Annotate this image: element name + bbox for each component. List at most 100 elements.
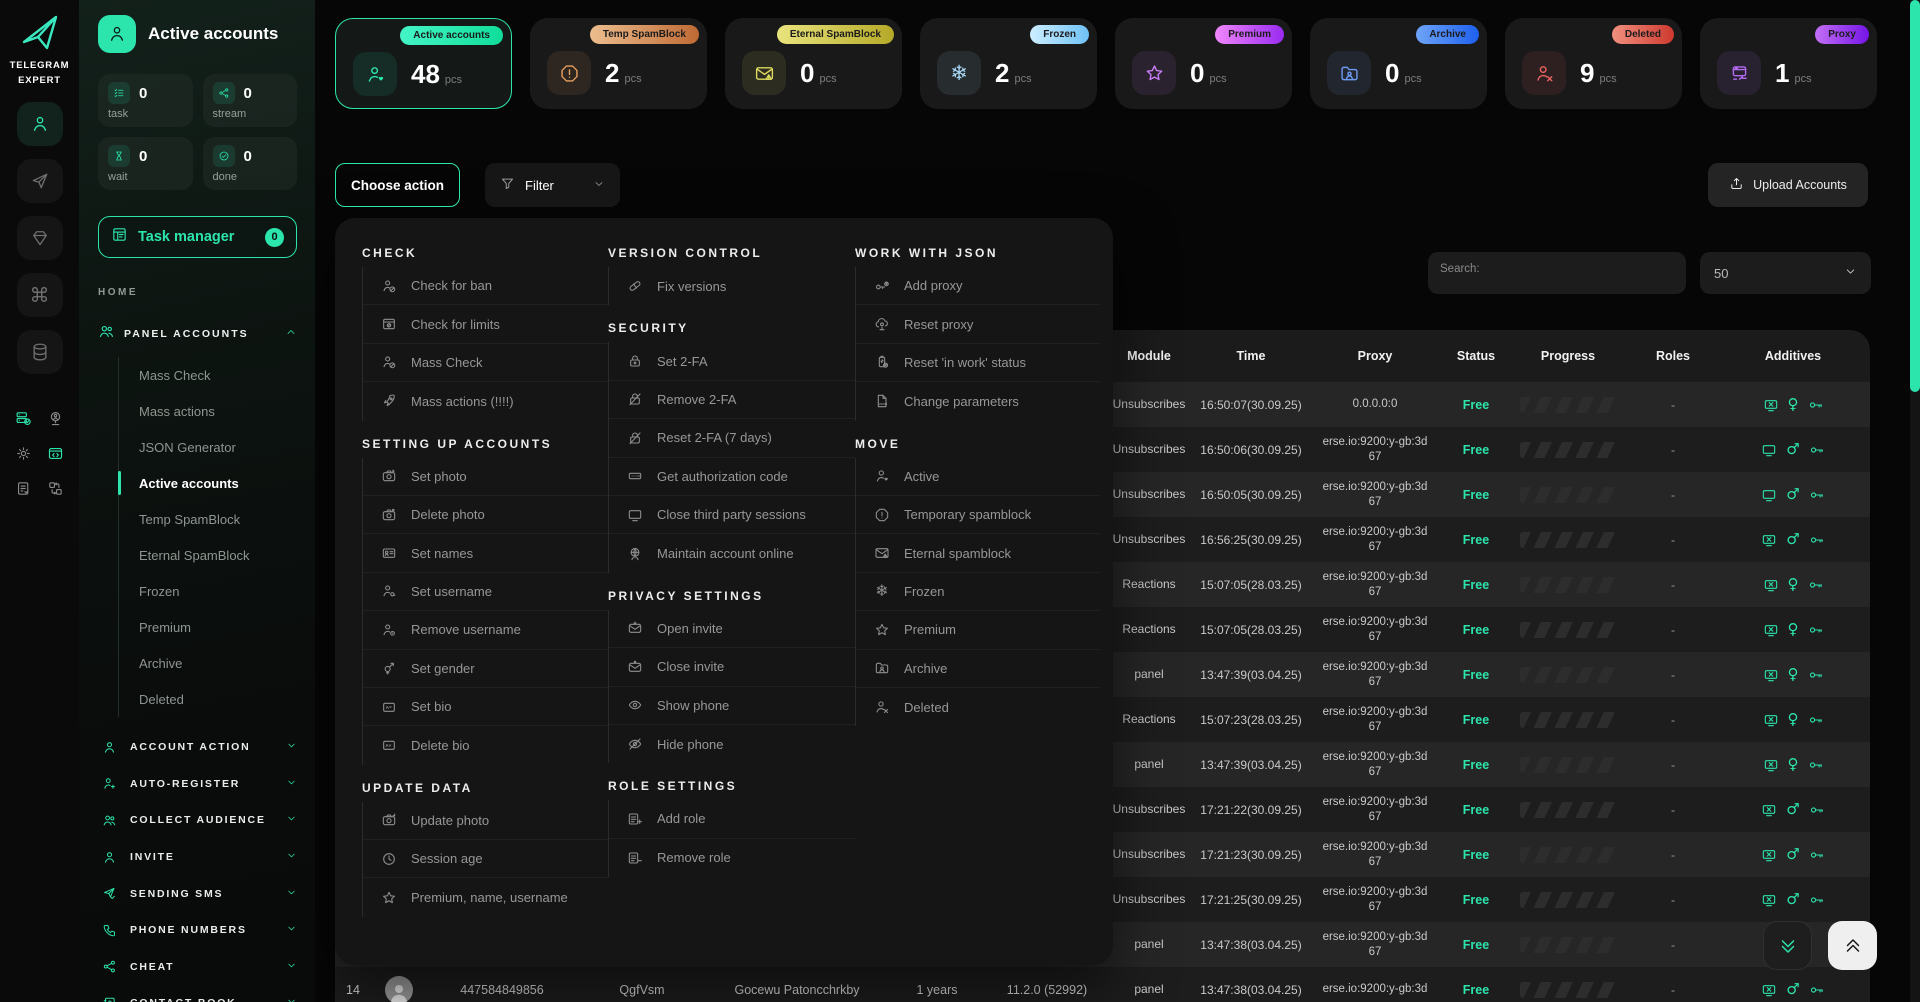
menu-item-temporary-spamblock[interactable]: Temporary spamblock xyxy=(856,496,1099,534)
menu-item-reset-proxy[interactable]: Reset proxy xyxy=(856,305,1099,343)
menu-item-maintain-account-online[interactable]: Maintain account online xyxy=(609,534,855,572)
menu-item-reset-2-fa-7-days[interactable]: Reset 2-FA (7 days) xyxy=(609,419,855,457)
person-heart-icon xyxy=(874,468,890,484)
chevron-down-icon xyxy=(1844,265,1857,278)
sidebar-item-active-accounts[interactable]: Active accounts xyxy=(139,465,297,501)
sidebar-item-deleted[interactable]: Deleted xyxy=(139,681,297,717)
row-time: 17:21:25(30.09.25) xyxy=(1191,893,1311,907)
menu-item-add-proxy[interactable]: Add proxy xyxy=(856,267,1099,305)
mini-button-user-cam[interactable] xyxy=(46,408,66,428)
mini-button-gear[interactable] xyxy=(14,443,34,463)
menu-item-deleted[interactable]: Deleted xyxy=(856,688,1099,726)
menu-item-hide-phone[interactable]: Hide phone xyxy=(609,725,855,763)
menu-item-remove-2-fa[interactable]: Remove 2-FA xyxy=(609,381,855,419)
rail-button-paper-plane[interactable] xyxy=(17,159,63,203)
sidebar-item-archive[interactable]: Archive xyxy=(139,645,297,681)
sidebar-section-account-action[interactable]: ACCOUNT ACTION xyxy=(98,729,297,766)
menu-item-premium-name-username[interactable]: Premium, name, username xyxy=(363,878,608,916)
menu-item-mass-actions[interactable]: Mass actions (!!!!) xyxy=(363,382,608,420)
menu-item-set-username[interactable]: Set username xyxy=(363,573,608,611)
status-card-temp-spamblock[interactable]: Temp SpamBlock2pcs xyxy=(530,18,707,109)
menu-item-mass-check[interactable]: Mass Check xyxy=(363,344,608,382)
menu-item-set-photo[interactable]: Set photo xyxy=(363,458,608,496)
page-size-select[interactable]: 50 xyxy=(1700,252,1871,294)
menu-item-delete-bio[interactable]: A×Delete bio xyxy=(363,726,608,764)
row-time: 15:07:05(28.03.25) xyxy=(1191,578,1311,592)
mini-button-code-window[interactable] xyxy=(46,443,66,463)
filter-button[interactable]: Filter xyxy=(485,163,620,207)
sidebar-section-invite[interactable]: INVITE xyxy=(98,839,297,876)
menu-item-eternal-spamblock[interactable]: Eternal spamblock xyxy=(856,534,1099,572)
status-card-active-accounts[interactable]: Active accounts48pcs xyxy=(335,18,512,109)
rail-button-command[interactable]: ⌘ xyxy=(17,273,63,317)
sidebar-item-mass-check[interactable]: Mass Check xyxy=(139,357,297,393)
chevron-down-icon xyxy=(286,740,297,751)
sidebar-item-premium[interactable]: Premium xyxy=(139,609,297,645)
star-icon xyxy=(1144,63,1165,84)
scroll-to-bottom-button[interactable] xyxy=(1763,921,1812,970)
rail-button-gem[interactable] xyxy=(17,216,63,260)
mini-button-server-check[interactable] xyxy=(14,408,34,428)
menu-item-remove-role[interactable]: Remove role xyxy=(609,839,855,877)
server-check-icon xyxy=(15,410,32,427)
sidebar-section-collect-audience[interactable]: COLLECT AUDIENCE xyxy=(98,802,297,839)
status-card-archive[interactable]: Archive0pcs xyxy=(1310,18,1487,109)
key-icon xyxy=(1808,577,1824,593)
stat-label: wait xyxy=(108,171,183,183)
table-row[interactable]: 14447584849856QgfVsmGocewu Patoncchrkby1… xyxy=(335,967,1870,1002)
menu-item-change-parameters[interactable]: JSONChange parameters xyxy=(856,382,1099,420)
sidebar-item-json-generator[interactable]: JSON Generator xyxy=(139,429,297,465)
bio-card-x-icon: A× xyxy=(381,737,397,753)
status-card-deleted[interactable]: Deleted9pcs xyxy=(1505,18,1682,109)
sidebar-section-panel-accounts[interactable]: PANEL ACCOUNTS xyxy=(98,323,297,345)
menu-item-session-age[interactable]: Session age xyxy=(363,840,608,878)
sidebar-section-sending-sms[interactable]: SENDING SMS xyxy=(98,875,297,912)
menu-item-set-gender[interactable]: Set gender xyxy=(363,650,608,688)
sidebar-section-auto-register[interactable]: AUTO-REGISTER xyxy=(98,766,297,803)
menu-item-add-role[interactable]: Add role xyxy=(609,800,855,838)
mini-button-clipboard-check[interactable] xyxy=(14,478,34,498)
menu-item-close-third-party-sessions[interactable]: Close third party sessions xyxy=(609,496,855,534)
row-module: Unsubscribes xyxy=(1110,802,1188,817)
menu-item-frozen[interactable]: ❄Frozen xyxy=(856,573,1099,611)
sidebar-item-eternal-spamblock[interactable]: Eternal SpamBlock xyxy=(139,537,297,573)
sidebar-item-mass-actions[interactable]: Mass actions xyxy=(139,393,297,429)
upload-accounts-button[interactable]: Upload Accounts xyxy=(1708,163,1868,207)
menu-item-update-photo[interactable]: Update photo xyxy=(363,802,608,840)
menu-item-reset-in-work-status[interactable]: Reset 'in work' status xyxy=(856,344,1099,382)
menu-item-close-invite[interactable]: Close invite xyxy=(609,648,855,686)
menu-item-set-2-fa[interactable]: Set 2-FA xyxy=(609,342,855,380)
menu-item-set-names[interactable]: Set names xyxy=(363,534,608,572)
status-card-eternal-spamblock[interactable]: Eternal SpamBlock0pcs xyxy=(725,18,902,109)
sidebar-section-cheat[interactable]: CHEAT xyxy=(98,949,297,986)
search-input[interactable] xyxy=(1440,263,1674,275)
rail-button-person[interactable] xyxy=(17,102,63,146)
menu-item-set-bio[interactable]: A=Set bio xyxy=(363,688,608,726)
menu-item-open-invite[interactable]: Open invite xyxy=(609,610,855,648)
sidebar-item-home[interactable]: HOME xyxy=(98,287,297,298)
menu-item-show-phone[interactable]: Show phone xyxy=(609,687,855,725)
menu-item-get-authorization-code[interactable]: Get authorization code xyxy=(609,458,855,496)
menu-item-delete-photo[interactable]: Delete photo xyxy=(363,496,608,534)
avatar xyxy=(385,976,413,1002)
menu-item-active[interactable]: Active xyxy=(856,458,1099,496)
menu-item-check-for-limits[interactable]: Check for limits xyxy=(363,305,608,343)
menu-item-archive[interactable]: Archive xyxy=(856,650,1099,688)
menu-item-premium[interactable]: Premium xyxy=(856,611,1099,649)
sidebar-section-contact-book[interactable]: CONTACT BOOK xyxy=(98,985,297,1002)
scrollbar-thumb[interactable] xyxy=(1910,0,1920,392)
task-manager-button[interactable]: Task manager 0 xyxy=(98,216,297,258)
status-card-proxy[interactable]: Proxy1pcs xyxy=(1700,18,1877,109)
menu-item-fix-versions[interactable]: Fix versions xyxy=(609,267,855,305)
menu-item-check-for-ban[interactable]: Check for ban xyxy=(363,267,608,305)
sidebar-item-temp-spamblock[interactable]: Temp SpamBlock xyxy=(139,501,297,537)
sidebar-item-frozen[interactable]: Frozen xyxy=(139,573,297,609)
status-card-frozen[interactable]: Frozen❄2pcs xyxy=(920,18,1097,109)
status-card-premium[interactable]: Premium0pcs xyxy=(1115,18,1292,109)
menu-item-remove-username[interactable]: Remove username xyxy=(363,611,608,649)
choose-action-button[interactable]: Choose action xyxy=(335,163,460,207)
scroll-to-top-button[interactable] xyxy=(1828,921,1877,970)
mini-button-swap-boxes[interactable] xyxy=(46,478,66,498)
sidebar-section-phone-numbers[interactable]: PHONE NUMBERS xyxy=(98,912,297,949)
rail-button-database[interactable] xyxy=(17,330,63,374)
